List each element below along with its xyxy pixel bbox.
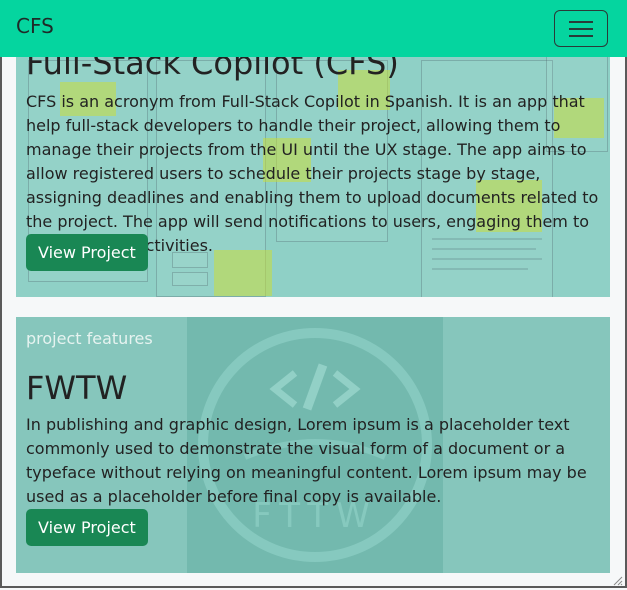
brand-logo[interactable]: CFS — [16, 14, 54, 38]
view-project-button[interactable]: View Project — [26, 509, 148, 546]
hamburger-icon — [569, 21, 593, 23]
project-card-fwtw: FTTW project features FWTW In publishing… — [16, 317, 610, 573]
project-description: In publishing and graphic design, Lorem … — [26, 415, 587, 506]
navbar: CFS — [0, 0, 627, 57]
project-card-cfs: Full-Stack Copilot (CFS) CFS is an acron… — [16, 20, 610, 297]
view-project-button[interactable]: View Project — [26, 234, 148, 271]
navbar-toggler-button[interactable] — [554, 10, 608, 47]
project-features-label: project features — [26, 329, 153, 348]
project-title: FWTW — [26, 369, 128, 407]
project-description: CFS is an acronym from Full-Stack Copilo… — [26, 92, 599, 255]
resize-grip-icon[interactable] — [611, 574, 623, 586]
